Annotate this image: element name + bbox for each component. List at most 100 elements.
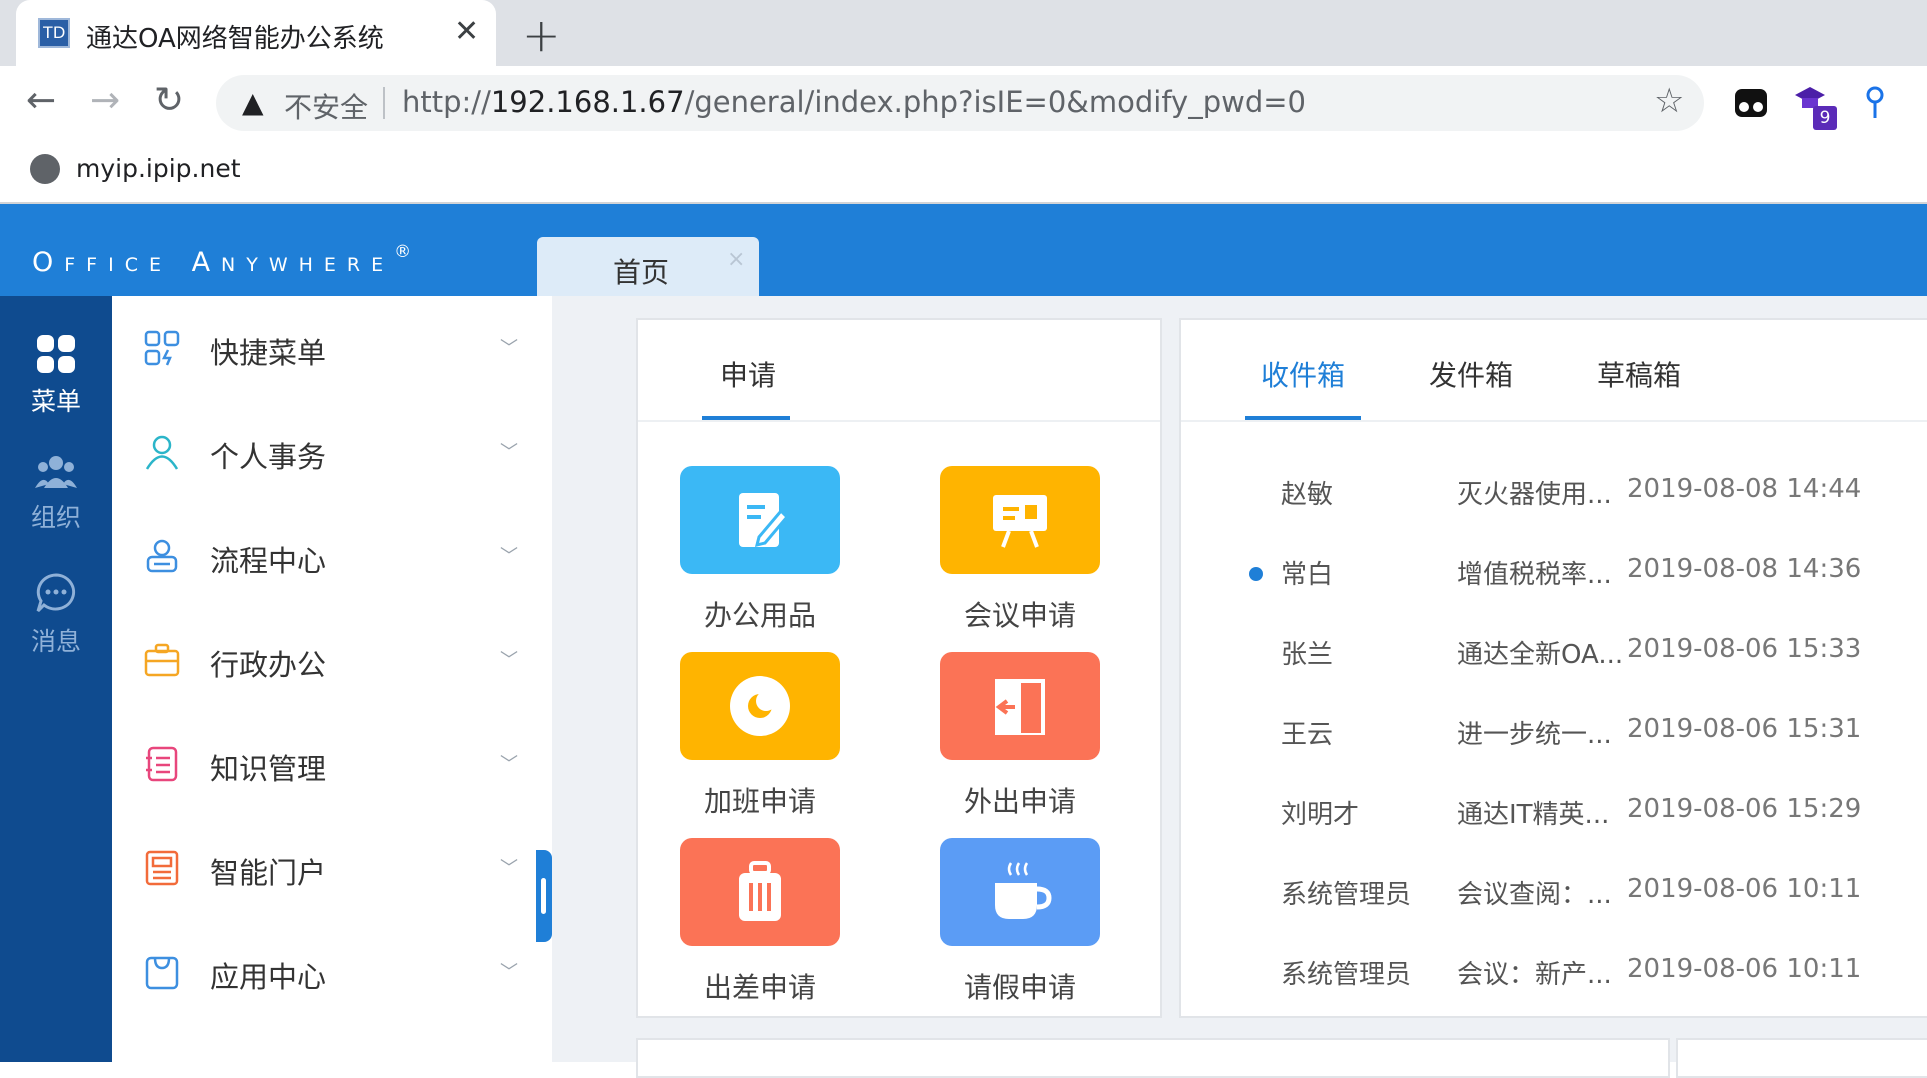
app-label: 办公用品 xyxy=(703,599,816,632)
rail-item-menu[interactable]: 菜单 xyxy=(0,334,112,418)
menu-item-portal[interactable]: 智能门户 ﹀ xyxy=(112,816,536,920)
tab-sent[interactable]: 发件箱 xyxy=(1429,354,1513,394)
forward-arrow-icon[interactable]: → xyxy=(90,80,120,121)
mail-row[interactable]: 赵敏 灭火器使用... 2019-08-08 14:44 xyxy=(1181,462,1927,542)
portal-icon xyxy=(145,850,179,886)
mail-time: 2019-08-06 15:31 xyxy=(1627,714,1862,744)
menu-item-app-center[interactable]: 应用中心 ﹀ xyxy=(112,920,536,1024)
coffee-cup-icon xyxy=(940,838,1100,946)
apply-card: 申请 办公用品 会议申请 加班申请 外出申请 出差申请 请假申请 xyxy=(636,318,1162,1018)
apps-grid-icon xyxy=(37,335,75,373)
app-label: 会议申请 xyxy=(963,599,1076,632)
mail-time: 2019-08-06 15:29 xyxy=(1627,794,1862,824)
office-supplies-icon xyxy=(680,466,840,574)
address-divider xyxy=(383,87,385,119)
main-content: 申请 办公用品 会议申请 加班申请 外出申请 出差申请 请假申请 收件箱 发件箱… xyxy=(552,296,1927,1078)
menu-collapse-handle[interactable] xyxy=(536,850,552,942)
bookmark-star-icon[interactable]: ☆ xyxy=(1654,81,1684,121)
mail-sender: 赵敏 xyxy=(1281,480,1334,510)
menu-label: 应用中心 xyxy=(210,960,327,994)
close-tab-icon[interactable]: × xyxy=(727,247,745,272)
browser-tab-title: 通达OA网络智能办公系统 xyxy=(86,24,384,54)
menu-label: 行政办公 xyxy=(210,648,327,682)
chevron-down-icon[interactable]: ﹀ xyxy=(500,750,518,776)
mail-subject[interactable]: 会议查阅：... xyxy=(1457,874,1627,911)
rail-label-menu: 菜单 xyxy=(30,387,81,416)
security-label[interactable]: 不安全 xyxy=(284,86,368,126)
bookmarks-bar: myip.ipip.net xyxy=(0,142,1927,204)
new-tab-button[interactable]: + xyxy=(522,8,561,62)
globe-icon[interactable] xyxy=(30,154,60,184)
registered-mark: ® xyxy=(394,242,412,262)
active-tab-underline xyxy=(702,416,790,420)
app-leave[interactable]: 请假申请 xyxy=(920,838,1120,1006)
mail-subject[interactable]: 增值税税率... xyxy=(1457,554,1627,591)
rail-item-org[interactable]: 组织 xyxy=(0,454,112,534)
person-icon xyxy=(145,435,179,470)
close-tab-icon[interactable]: ✕ xyxy=(454,14,479,49)
mail-subject[interactable]: 进一步统一... xyxy=(1457,714,1627,751)
mail-row[interactable]: 系统管理员 会议查阅：... 2019-08-06 10:11 xyxy=(1181,862,1927,942)
menu-item-workflow[interactable]: 流程中心 ﹀ xyxy=(112,504,536,608)
side-menu: 快捷菜单 ﹀ 个人事务 ﹀ 流程中心 ﹀ 行政办公 ﹀ 知识管理 ﹀ 智能门户 … xyxy=(112,296,536,1062)
mail-sender: 常白 xyxy=(1281,560,1334,590)
mail-subject[interactable]: 通达IT精英... xyxy=(1457,794,1627,831)
quick-menu-icon xyxy=(144,330,180,366)
app-label: 加班申请 xyxy=(703,785,816,818)
app-overtime[interactable]: 加班申请 xyxy=(660,652,860,820)
app-office-supplies[interactable]: 办公用品 xyxy=(660,466,860,634)
luggage-icon xyxy=(680,838,840,946)
tab-home-label: 首页 xyxy=(613,256,670,289)
reload-icon[interactable]: ↻ xyxy=(154,80,184,121)
browser-tab-strip: TD 通达OA网络智能办公系统 ✕ + xyxy=(0,0,1927,66)
mail-subject[interactable]: 会议：新产... xyxy=(1457,954,1627,991)
mail-sender: 系统管理员 xyxy=(1281,960,1412,990)
tab-home[interactable]: 首页 × xyxy=(537,237,759,296)
mail-row[interactable]: 刘明才 通达IT精英... 2019-08-06 15:29 xyxy=(1181,782,1927,862)
tab-drafts[interactable]: 草稿箱 xyxy=(1597,354,1681,394)
tampermonkey-extension-icon[interactable] xyxy=(1734,88,1768,118)
rail-item-messages[interactable]: 消息 xyxy=(0,572,112,658)
chevron-down-icon[interactable]: ﹀ xyxy=(500,334,518,360)
menu-item-admin[interactable]: 行政办公 ﹀ xyxy=(112,608,536,712)
app-label: 外出申请 xyxy=(963,785,1076,818)
mail-subject[interactable]: 灭火器使用... xyxy=(1457,474,1627,511)
app-meeting[interactable]: 会议申请 xyxy=(920,466,1120,634)
rail-label-messages: 消息 xyxy=(30,627,81,656)
address-bar[interactable]: ▲ 不安全 http://192.168.1.67/general/index.… xyxy=(216,75,1704,131)
url-text[interactable]: http://192.168.1.67/general/index.php?is… xyxy=(402,85,1306,119)
overtime-icon xyxy=(680,652,840,760)
mail-row[interactable]: 张兰 通达全新OA... 2019-08-06 15:33 xyxy=(1181,622,1927,702)
tab-inbox[interactable]: 收件箱 xyxy=(1261,354,1345,394)
menu-item-personal[interactable]: 个人事务 ﹀ xyxy=(112,400,536,504)
app-label: 出差申请 xyxy=(703,971,816,1004)
apply-card-tabs: 申请 xyxy=(638,320,1160,422)
menu-item-quick-menu[interactable]: 快捷菜单 ﹀ xyxy=(112,296,536,400)
mail-row[interactable]: 王云 进一步统一... 2019-08-06 15:31 xyxy=(1181,702,1927,782)
menu-label: 个人事务 xyxy=(210,440,327,474)
warning-triangle-icon[interactable]: ▲ xyxy=(242,86,264,119)
workflow-icon xyxy=(146,539,178,573)
app-business-trip[interactable]: 出差申请 xyxy=(660,838,860,1006)
mail-time: 2019-08-08 14:44 xyxy=(1627,474,1862,504)
chevron-down-icon[interactable]: ﹀ xyxy=(500,854,518,880)
back-arrow-icon[interactable]: ← xyxy=(26,80,56,121)
app-outing[interactable]: 外出申请 xyxy=(920,652,1120,820)
bookmark-myip[interactable]: myip.ipip.net xyxy=(76,154,241,183)
td-favicon-icon: TD xyxy=(38,18,70,48)
chevron-down-icon[interactable]: ﹀ xyxy=(500,958,518,984)
menu-item-knowledge[interactable]: 知识管理 ﹀ xyxy=(112,712,536,816)
url-host: 192.168.1.67 xyxy=(490,85,685,119)
mail-subject[interactable]: 通达全新OA... xyxy=(1457,634,1627,671)
mail-row[interactable]: 系统管理员 会议：新产... 2019-08-06 10:11 xyxy=(1181,942,1927,1022)
chevron-down-icon[interactable]: ﹀ xyxy=(500,542,518,568)
chevron-down-icon[interactable]: ﹀ xyxy=(500,438,518,464)
active-tab-underline xyxy=(1245,416,1361,420)
chevron-down-icon[interactable]: ﹀ xyxy=(500,646,518,672)
browser-tab[interactable]: TD 通达OA网络智能办公系统 ✕ xyxy=(16,0,496,66)
brand-logo: Office Anywhere® xyxy=(32,242,411,278)
pin-extension-icon[interactable] xyxy=(1864,86,1886,120)
mail-row[interactable]: 常白 增值税税率... 2019-08-08 14:36 xyxy=(1181,542,1927,622)
tab-apply[interactable]: 申请 xyxy=(720,354,776,394)
url-path: /general/index.php?isIE=0&modify_pwd=0 xyxy=(684,85,1306,119)
